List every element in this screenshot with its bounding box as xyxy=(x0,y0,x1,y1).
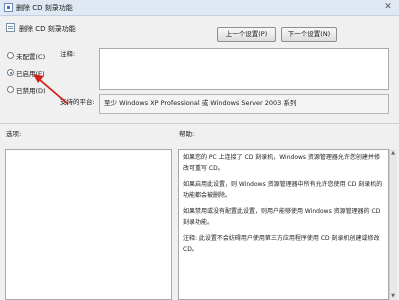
radio-label-not-configured[interactable]: 未配置(C) xyxy=(16,51,45,61)
close-button[interactable]: ✕ xyxy=(382,2,394,13)
scroll-down-arrow-icon[interactable]: ▼ xyxy=(389,292,397,300)
next-setting-button[interactable]: 下一个设置(N) xyxy=(281,27,337,42)
radio-disabled[interactable] xyxy=(7,86,14,93)
help-label: 帮助: xyxy=(179,130,195,138)
policy-icon xyxy=(4,3,13,12)
help-pane: 如果您的 PC 上连接了 CD 刻录机，Windows 资源管理器允许您创建并修… xyxy=(178,149,389,300)
help-paragraph: 如果启用此设置，则 Windows 资源管理器中所有允许您使用 CD 刻录机的功… xyxy=(183,181,383,199)
options-pane xyxy=(5,149,172,300)
previous-setting-button[interactable]: 上一个设置(P) xyxy=(217,27,276,42)
setting-name: 删除 CD 刻录功能 xyxy=(19,25,76,33)
help-scrollbar[interactable] xyxy=(389,149,397,300)
comment-textarea[interactable] xyxy=(99,48,389,90)
comment-label: 注释: xyxy=(60,50,76,58)
help-paragraph: 注释: 此设置不会妨碍用户使用第三方应用程序使用 CD 刻录机创建或修改 CD。 xyxy=(183,235,380,253)
radio-not-configured[interactable] xyxy=(7,52,14,59)
platform-value: 至少 Windows XP Professional 或 Windows Ser… xyxy=(99,94,389,114)
window-title: 删除 CD 刻录功能 xyxy=(16,4,73,12)
scroll-up-arrow-icon[interactable]: ▲ xyxy=(389,149,397,157)
radio-enabled[interactable] xyxy=(7,69,14,76)
divider xyxy=(0,123,399,124)
platform-label: 支持的平台: xyxy=(60,98,95,106)
help-paragraph: 如果您的 PC 上连接了 CD 刻录机，Windows 资源管理器允许您创建并修… xyxy=(183,154,380,172)
help-paragraph: 如果禁用或没有配置此设置，则用户能够使用 Windows 资源管理器的 CD 刻… xyxy=(183,208,381,226)
radio-label-disabled[interactable]: 已禁用(D) xyxy=(16,85,46,95)
options-label: 选项: xyxy=(6,130,22,138)
radio-label-enabled[interactable]: 已启用(E) xyxy=(16,68,45,78)
setting-icon xyxy=(6,23,15,32)
